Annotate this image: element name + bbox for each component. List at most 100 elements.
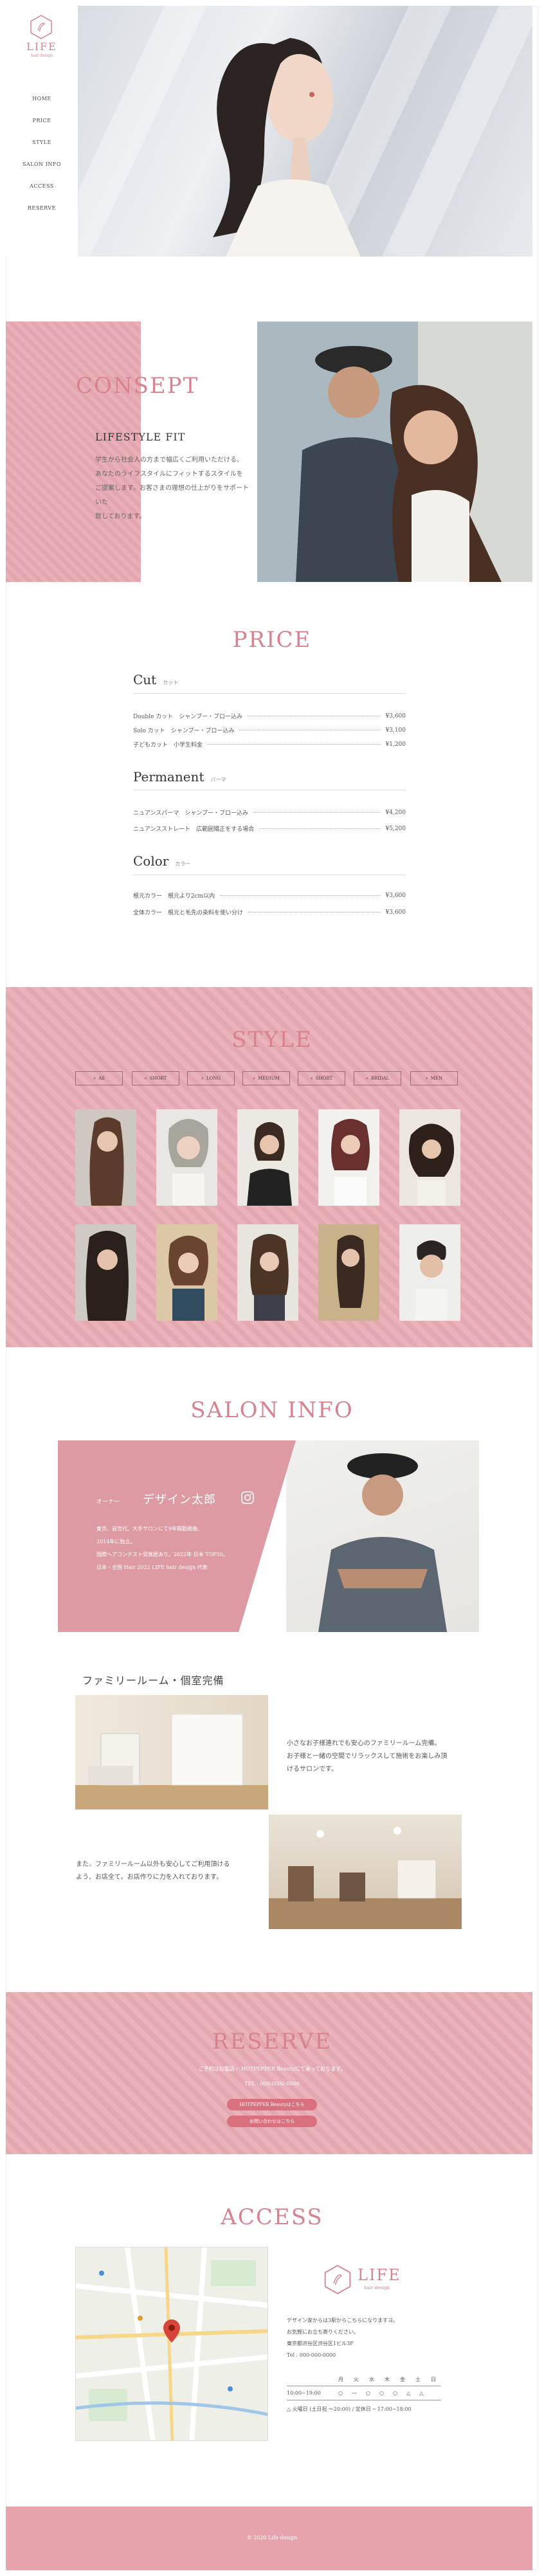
price-title: PRICE [232,627,312,653]
style-tab-short[interactable]: ⌕ SHORT [132,1071,179,1085]
family-room-photo [75,1695,268,1810]
style-photo[interactable] [156,1224,217,1321]
style-tab-medium[interactable]: ⌕ MEDIUM [242,1071,290,1085]
owner-bio-line: 国際ヘアコンテスト受賞歴あり。2022年 日本 TOP50。 [96,1552,228,1557]
style-photo[interactable] [156,1109,217,1206]
price-row: Double カット シャンプー・ブロー込み ¥3,600 [133,712,406,721]
owner-photo [286,1440,479,1632]
owner-bio: 東京、芸世代、大手サロンにて9年間勤務後、 2014年に独立。 国際ヘアコンテス… [96,1523,228,1574]
style-photo[interactable] [237,1224,298,1321]
access-logo-tagline: hair design [364,2285,390,2290]
price-category-sub: カラー [175,861,191,867]
tab-label: SHORT [149,1076,167,1081]
access-map[interactable] [75,2247,268,2441]
access-info: デザイン家からは3駅からこちらになりますヨ。 お気軽にお立ち寄りください。 東京… [287,2315,398,2361]
style-tab-long[interactable]: ⌕ LONG [187,1071,235,1085]
triangle-icon: △ [419,2390,424,2396]
owner-role: オーナー [96,1499,120,1505]
price-item-name: Double カット シャンプー・ブロー込み [133,714,242,720]
concept-line: 学生から社会人の方まで幅広くご利用いただける、 [95,457,243,464]
price-row: ニュアンスストレート 広範囲矯正をする場合 ¥5,200 [133,824,406,833]
reserve-phone[interactable]: TEL : 000-0000-0000 [0,2081,544,2087]
price-item-value: ¥3,600 [385,909,406,916]
hero-model-photo [213,38,361,257]
room-text-line: 小さなお子様連れでも安心のファミリールーム完備。 [287,1740,441,1747]
tab-arrow-icon: ⌕ [93,1075,96,1081]
logo-tagline: hair design [30,53,53,58]
style-photo[interactable] [75,1224,136,1321]
style-title: STYLE [231,1027,313,1053]
price-item-name: Solo カット シャンプー・ブロー込み [133,728,235,734]
logo-text[interactable]: LIFE [6,41,78,53]
instagram-icon[interactable] [240,1491,255,1505]
concept-photo [257,322,532,582]
nav-item-price[interactable]: PRICE [6,110,78,132]
tab-label: MEDIUM [258,1076,280,1081]
family-room-text: 小さなお子様連れでも安心のファミリールーム完備。 お子様と一緒の空間でリラックス… [287,1737,447,1776]
day-label: 火 [354,2377,359,2382]
price-row: ニュアンスパーマ シャンプー・ブロー込み ¥4,200 [133,808,406,817]
style-tab-short-2[interactable]: ⌕ SHORT [298,1071,345,1085]
nav-item-style[interactable]: STYLE [6,132,78,154]
style-photo[interactable] [75,1109,136,1206]
open-circle-icon: ○ [379,2390,384,2396]
closed-dash-icon: ― [351,2390,357,2396]
nav-item-salon-info[interactable]: SALON INFO [6,154,78,176]
room-text-line: よう、お店全て。お店作りに力を入れております。 [76,1874,223,1881]
tab-arrow-icon: ⌕ [425,1075,428,1081]
price-category-permanent: Permanent パーマ [133,769,226,785]
owner-bio-line: 2014年に独立。 [96,1539,136,1545]
price-category-sub: パーマ [210,777,226,783]
style-photo[interactable] [399,1224,460,1321]
day-label: 水 [369,2377,374,2382]
tab-arrow-icon: ⌕ [310,1075,313,1081]
style-tab-men[interactable]: ⌕ MEN [410,1071,458,1085]
logo-hexagon-icon [30,15,52,39]
access-info-line: デザイン家からは3駅からこちらになりますヨ。 [287,2317,399,2323]
price-item-value: ¥3,600 [385,712,406,720]
access-logo-text: LIFE [358,2266,401,2284]
nav-item-reserve[interactable]: RESERVE [6,197,78,219]
concept-line: 致しております。 [95,513,146,520]
price-item-name: 根元カラー 根元より2cm以内 [133,893,215,900]
style-photo[interactable] [237,1109,298,1206]
footer-copyright: © 2020 Life design [246,2535,298,2541]
style-tab-bridal[interactable]: ⌕ BRIDAL [354,1071,401,1085]
tab-label: LONG [206,1076,221,1081]
concept-title: CONSEPT [76,373,199,399]
contact-button[interactable]: お問い合わせはこちら [227,2116,317,2127]
style-photo[interactable] [399,1109,460,1206]
price-row: 全体カラー 根元と毛先の染料を使い分け ¥3,600 [133,908,406,917]
reserve-description: ご予約はお電話・ HOTPEPPER Beautyにて承っております。 [198,2066,346,2072]
family-room-title: ファミリールーム・個室完備 [82,1674,224,1687]
map-pin-icon [163,2319,180,2343]
access-info-line[interactable]: Tel : 000-000-0000 [287,2350,398,2361]
access-info-line: 東京都渋谷区渋谷区1ビル3F [287,2341,354,2346]
hours-row: 10:00~19:00 ○ ― ○ ○ ○ △ △ [287,2386,441,2400]
price-item-name: ニュアンスパーマ シャンプー・ブロー込み [133,810,249,817]
access-logo-hexagon-icon [324,2265,351,2294]
tab-label: BRIDAL [370,1076,390,1081]
price-category-name: Permanent [133,769,204,785]
nav-item-home[interactable]: HOME [6,88,78,110]
concept-subtitle: LIFESTYLE FIT [95,431,186,443]
side-navigation: LIFE hair design HOME PRICE STYLE SALON … [6,6,78,257]
hotpepper-button[interactable]: HOTPEPPER Beautyはこちら [227,2099,317,2110]
price-category-color: Color カラー [133,853,190,869]
price-item-name: ニュアンスストレート 広範囲矯正をする場合 [133,826,255,833]
price-row: 根元カラー 根元より2cm以内 ¥3,600 [133,891,406,900]
open-circle-icon: ○ [365,2390,370,2396]
tab-arrow-icon: ⌕ [201,1075,204,1081]
price-item-name: 全体カラー 根元と毛先の染料を使い分け [133,910,244,916]
nav-item-access[interactable]: ACCESS [6,176,78,197]
concept-pink-panel [6,322,141,582]
owner-bio-line: 日本・全国 Hair 2022 LIFE hair design 代表 [96,1565,208,1570]
price-item-value: ¥1,200 [385,741,406,748]
style-tab-all[interactable]: ⌕ All [75,1071,123,1085]
hours-days-row: 月 火 水 木 金 土 日 [287,2376,441,2386]
price-item-value: ¥5,200 [385,825,406,832]
style-photo[interactable] [318,1109,379,1206]
hours-label: 10:00~19:00 [287,2390,321,2396]
style-photo[interactable] [318,1224,379,1321]
access-info-line: お気軽にお立ち寄りください。 [287,2329,359,2335]
